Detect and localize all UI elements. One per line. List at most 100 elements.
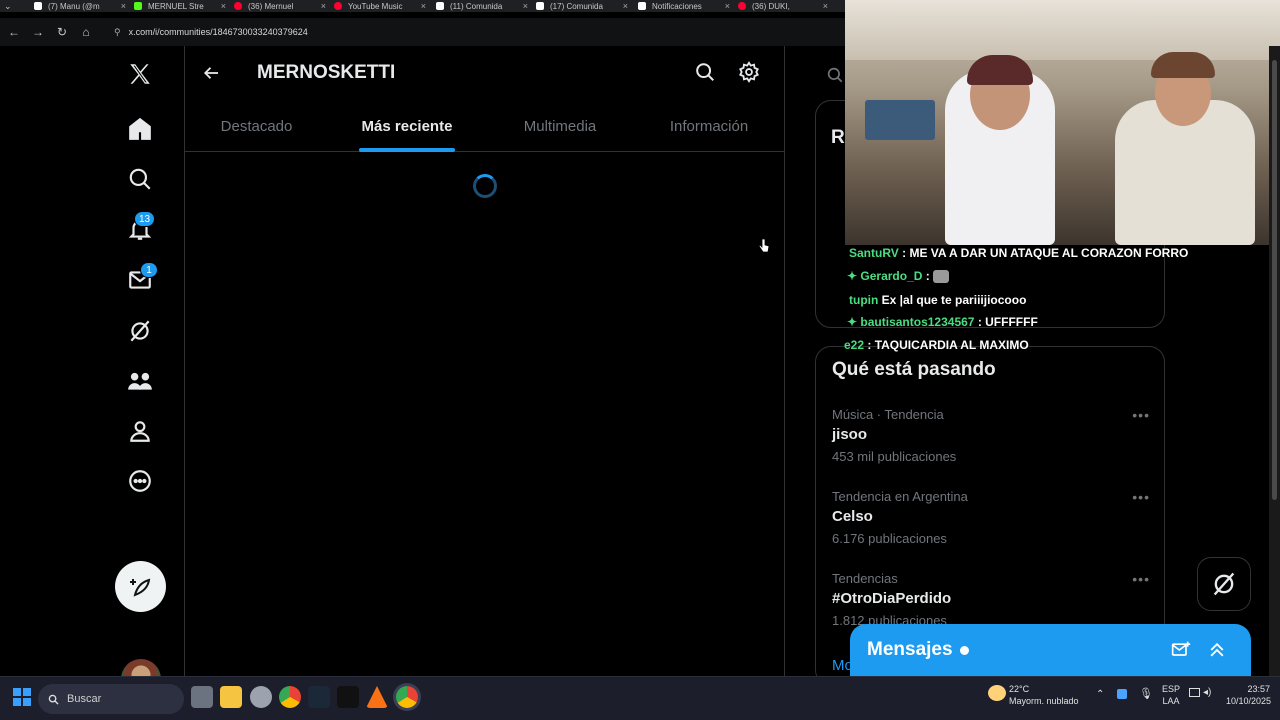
chevron-up-icon[interactable]: ⌃ bbox=[1096, 689, 1104, 700]
hand-cursor-icon bbox=[758, 238, 770, 259]
browser-tab-4[interactable]: YouTube Music × bbox=[334, 0, 426, 12]
compose-post-button[interactable] bbox=[115, 561, 166, 612]
settings-gear-icon[interactable] bbox=[738, 61, 760, 88]
steam-icon[interactable] bbox=[308, 686, 330, 708]
close-icon[interactable]: × bbox=[321, 1, 326, 11]
language-indicator[interactable]: ESP LAA bbox=[1162, 683, 1180, 707]
communities-icon[interactable] bbox=[114, 359, 166, 403]
trend-context: Tendencias bbox=[832, 571, 898, 586]
trend-item[interactable]: Música · Tendencia jisoo 453 mil publica… bbox=[832, 407, 1150, 464]
site-info-icon[interactable]: ⚲ bbox=[114, 27, 121, 38]
browser-tab-5[interactable]: (11) Comunida × bbox=[436, 0, 528, 12]
kick-favicon-icon bbox=[134, 2, 142, 10]
youtube-favicon-icon bbox=[738, 2, 746, 10]
page-title: MERNOSKETTI bbox=[257, 62, 396, 83]
windows-taskbar: Buscar 22°C Mayorm. nublado ⌃ 🎙 ESP LAA … bbox=[0, 676, 1280, 720]
browser-tab-3[interactable]: (36) Mernuel × bbox=[234, 0, 326, 12]
forward-arrow-icon[interactable]: → bbox=[26, 25, 50, 39]
more-dots-icon[interactable]: ••• bbox=[1132, 489, 1150, 505]
x-logo-icon[interactable] bbox=[114, 52, 166, 96]
chat-username: e22 bbox=[844, 338, 865, 352]
close-icon[interactable]: × bbox=[221, 1, 226, 11]
browser-tab-label: (36) Mernuel bbox=[248, 1, 294, 11]
new-message-icon[interactable] bbox=[1171, 640, 1191, 665]
messages-envelope-icon[interactable]: 1 bbox=[114, 258, 166, 302]
trend-item[interactable]: Tendencia en Argentina Celso 6.176 publi… bbox=[832, 489, 1150, 546]
chrome-icon[interactable] bbox=[279, 686, 301, 708]
profile-icon[interactable] bbox=[114, 409, 166, 453]
messages-drawer[interactable]: Mensajes bbox=[850, 624, 1251, 676]
trend-item[interactable]: Tendencias #OtroDiaPerdido 1.812 publica… bbox=[832, 571, 1150, 628]
tab-label: Destacado bbox=[220, 117, 293, 135]
tray-app-icon[interactable] bbox=[1117, 689, 1127, 699]
expand-chevron-icon[interactable] bbox=[1207, 640, 1227, 665]
browser-tab-1[interactable]: (7) Manu (@m × bbox=[34, 0, 126, 12]
chrome-active-icon[interactable] bbox=[396, 686, 418, 708]
url-field[interactable]: ⚲ x.com/i/communities/184673003324037962… bbox=[114, 27, 308, 38]
more-options-icon[interactable] bbox=[114, 459, 166, 503]
community-tabs: Destacado Más reciente Multimedia Inform… bbox=[185, 100, 785, 152]
close-icon[interactable]: × bbox=[725, 1, 730, 11]
tab-multimedia[interactable]: Multimedia bbox=[517, 100, 603, 152]
explore-search-icon[interactable] bbox=[114, 157, 166, 201]
browser-tab-8[interactable]: (36) DUKI, × bbox=[738, 0, 828, 12]
search-icon bbox=[48, 694, 59, 705]
tab-label: Más reciente bbox=[361, 117, 453, 135]
settings-app-icon[interactable] bbox=[250, 686, 272, 708]
microphone-icon[interactable]: 🎙 bbox=[1139, 687, 1153, 700]
chat-text: : ME VA A DAR UN ATAQUE AL CORAZON FORRO bbox=[902, 246, 1189, 260]
volume-icon[interactable]: ◂) bbox=[1203, 687, 1211, 698]
diamond-badge-icon: ✦ bbox=[847, 269, 858, 283]
chat-username: bautisantos1234567 bbox=[860, 315, 975, 329]
chat-text: : TAQUICARDIA AL MAXIMO bbox=[867, 338, 1029, 352]
right-search-icon[interactable] bbox=[826, 66, 844, 89]
browser-tab-6[interactable]: (17) Comunida × bbox=[536, 0, 628, 12]
x-favicon-icon bbox=[536, 2, 544, 10]
reload-icon[interactable]: ↻ bbox=[50, 25, 74, 39]
weather-widget[interactable]: 22°C Mayorm. nublado bbox=[1009, 683, 1079, 707]
tab-informacion[interactable]: Información bbox=[663, 100, 755, 152]
clock-date: 10/10/2025 bbox=[1226, 696, 1272, 706]
chat-message: tupin Ex |al que te pariiijiocooo bbox=[849, 293, 1026, 307]
chat-message: SantuRV : ME VA A DAR UN ATAQUE AL CORAZ… bbox=[849, 246, 1188, 260]
messages-badge: 1 bbox=[140, 262, 158, 278]
windows-start-icon[interactable] bbox=[13, 688, 31, 706]
taskbar-search[interactable]: Buscar bbox=[38, 684, 184, 714]
display-icon[interactable] bbox=[1189, 688, 1200, 697]
home-icon[interactable] bbox=[114, 107, 166, 151]
tab-mas-reciente[interactable]: Más reciente bbox=[359, 100, 455, 152]
clock[interactable]: 23:57 10/10/2025 bbox=[1226, 683, 1272, 707]
task-view-icon[interactable] bbox=[191, 686, 213, 708]
community-search-icon[interactable] bbox=[694, 61, 716, 88]
tab-destacado[interactable]: Destacado bbox=[205, 100, 308, 152]
home-icon[interactable]: ⌂ bbox=[74, 25, 98, 39]
back-arrow-icon[interactable]: ← bbox=[2, 25, 26, 39]
browser-tab-7[interactable]: Notificaciones × bbox=[638, 0, 730, 12]
trend-context: Tendencia en Argentina bbox=[832, 489, 968, 504]
trend-context: Música · Tendencia bbox=[832, 407, 944, 422]
grok-icon[interactable] bbox=[114, 309, 166, 353]
notifications-bell-icon[interactable]: 13 bbox=[114, 207, 166, 251]
tab-list-button[interactable]: ⌄ bbox=[4, 0, 16, 12]
more-dots-icon[interactable]: ••• bbox=[1132, 571, 1150, 587]
grok-floating-button[interactable] bbox=[1197, 557, 1251, 611]
vlc-icon[interactable] bbox=[366, 686, 388, 708]
close-icon[interactable]: × bbox=[623, 1, 628, 11]
close-icon[interactable]: × bbox=[421, 1, 426, 11]
tiktok-icon[interactable] bbox=[337, 686, 359, 708]
language-secondary: LAA bbox=[1162, 696, 1180, 706]
more-dots-icon[interactable]: ••• bbox=[1132, 407, 1150, 423]
browser-tab-label: (36) DUKI, bbox=[752, 1, 790, 11]
notifications-badge: 13 bbox=[134, 211, 156, 227]
close-icon[interactable]: × bbox=[121, 1, 126, 11]
youtube-music-favicon-icon bbox=[334, 2, 342, 10]
url-text: x.com/i/communities/1846730033240379624 bbox=[128, 27, 308, 37]
back-arrow-icon[interactable] bbox=[199, 60, 225, 86]
page-scrollbar[interactable] bbox=[1269, 46, 1280, 676]
browser-address-bar: ← → ↻ ⌂ ⚲ x.com/i/communities/1846730033… bbox=[0, 18, 845, 46]
browser-tab-2[interactable]: MERNUEL Stre × bbox=[134, 0, 226, 12]
close-icon[interactable]: × bbox=[823, 1, 828, 11]
close-icon[interactable]: × bbox=[523, 1, 528, 11]
file-explorer-icon[interactable] bbox=[220, 686, 242, 708]
scrollbar-thumb[interactable] bbox=[1272, 60, 1277, 500]
